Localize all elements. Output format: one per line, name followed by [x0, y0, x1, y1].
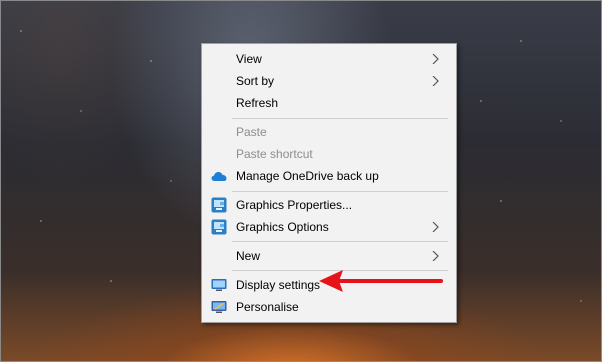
- menu-item-sort-by[interactable]: Sort by: [202, 70, 456, 92]
- menu-item-label: New: [236, 249, 261, 263]
- chevron-right-icon: [432, 76, 439, 86]
- menu-item-paste: Paste: [202, 121, 456, 143]
- chevron-right-icon: [432, 251, 439, 261]
- menu-item-label: Personalise: [236, 300, 299, 314]
- menu-item-label: View: [236, 52, 262, 66]
- menu-separator: [232, 191, 448, 192]
- menu-item-graphics-properties[interactable]: Graphics Properties...: [202, 194, 456, 216]
- menu-item-label: Paste: [236, 125, 267, 139]
- menu-item-label: Display settings: [236, 278, 321, 292]
- menu-item-refresh[interactable]: Refresh: [202, 92, 456, 114]
- chevron-right-icon: [432, 54, 439, 64]
- menu-item-label: Manage OneDrive back up: [236, 169, 379, 183]
- menu-item-label: Sort by: [236, 74, 275, 88]
- menu-item-label: Graphics Options: [236, 220, 329, 234]
- red-arrow-icon: [319, 270, 443, 292]
- chevron-right-icon: [432, 222, 439, 232]
- menu-separator: [232, 118, 448, 119]
- desktop-background[interactable]: View Sort by Refresh Paste Paste shortcu…: [0, 0, 602, 362]
- menu-item-view[interactable]: View: [202, 48, 456, 70]
- display-monitor-icon: [211, 279, 227, 291]
- onedrive-cloud-icon: [211, 172, 227, 181]
- menu-separator: [232, 241, 448, 242]
- menu-item-label: Refresh: [236, 96, 279, 110]
- menu-item-paste-shortcut: Paste shortcut: [202, 143, 456, 165]
- intel-graphics-icon: [211, 219, 227, 235]
- menu-item-personalise[interactable]: Personalise: [202, 296, 456, 318]
- menu-item-label: Graphics Properties...: [236, 198, 353, 212]
- menu-item-manage-onedrive[interactable]: Manage OneDrive back up: [202, 165, 456, 187]
- menu-item-new[interactable]: New: [202, 245, 456, 267]
- menu-item-label: Paste shortcut: [236, 147, 313, 161]
- menu-item-graphics-options[interactable]: Graphics Options: [202, 216, 456, 238]
- personalise-icon: [211, 301, 227, 313]
- intel-graphics-icon: [211, 197, 227, 213]
